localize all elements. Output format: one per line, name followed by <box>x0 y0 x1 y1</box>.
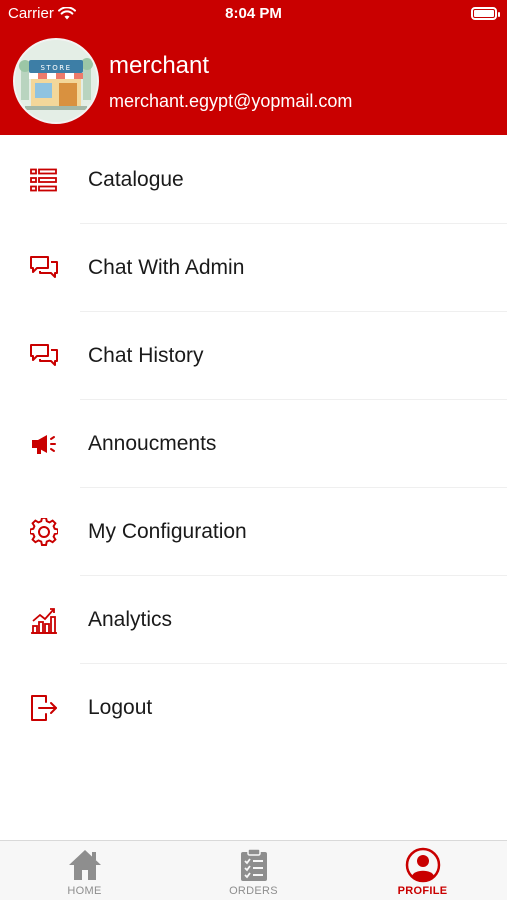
menu-item-label: Catalogue <box>88 168 184 191</box>
analytics-chart-icon <box>29 606 59 634</box>
menu-item-logout[interactable]: Logout <box>0 664 507 752</box>
store-illustration-icon: STORE <box>15 40 97 122</box>
tab-home[interactable]: HOME <box>0 841 169 900</box>
tab-label: HOME <box>67 885 102 897</box>
menu-item-my-configuration[interactable]: My Configuration <box>0 488 507 576</box>
status-bar: Carrier 8:04 PM <box>0 0 507 28</box>
menu-item-annoucments[interactable]: Annoucments <box>0 400 507 488</box>
clipboard-icon <box>236 847 272 883</box>
tab-orders[interactable]: ORDERS <box>169 841 338 900</box>
menu-item-catalogue[interactable]: Catalogue <box>0 136 507 224</box>
user-circle-icon <box>405 847 441 883</box>
tab-bar: HOME ORDERS PROFILE <box>0 840 507 900</box>
menu-item-label: My Configuration <box>88 520 247 543</box>
chat-bubbles-icon <box>29 342 59 370</box>
merchant-email: merchant.egypt@yopmail.com <box>109 91 353 111</box>
menu-item-label: Analytics <box>88 608 173 631</box>
avatar[interactable]: STORE <box>13 38 99 124</box>
menu-item-label: Chat History <box>88 344 204 367</box>
chat-bubbles-icon <box>29 254 59 282</box>
menu-item-chat-with-admin[interactable]: Chat With Admin <box>0 224 507 312</box>
megaphone-icon <box>29 430 59 458</box>
menu-item-label: Annoucments <box>88 432 217 455</box>
gear-icon <box>29 518 59 546</box>
battery-icon <box>471 7 500 20</box>
list-icon <box>29 166 59 194</box>
menu-item-label: Logout <box>88 696 153 719</box>
tab-label: ORDERS <box>229 885 278 897</box>
tab-label: PROFILE <box>397 885 448 897</box>
menu-item-chat-history[interactable]: Chat History <box>0 312 507 400</box>
logout-icon <box>29 694 59 722</box>
home-icon <box>67 847 103 883</box>
merchant-name: merchant <box>109 52 210 79</box>
menu-item-label: Chat With Admin <box>88 256 245 279</box>
profile-menu: Catalogue Chat With Admin Chat History A… <box>0 136 507 752</box>
profile-header: Carrier 8:04 PM STORE merchant merchant.… <box>0 0 507 135</box>
tab-profile[interactable]: PROFILE <box>338 841 507 900</box>
status-time: 8:04 PM <box>225 5 282 22</box>
menu-item-analytics[interactable]: Analytics <box>0 576 507 664</box>
store-sign-text: STORE <box>40 64 71 72</box>
